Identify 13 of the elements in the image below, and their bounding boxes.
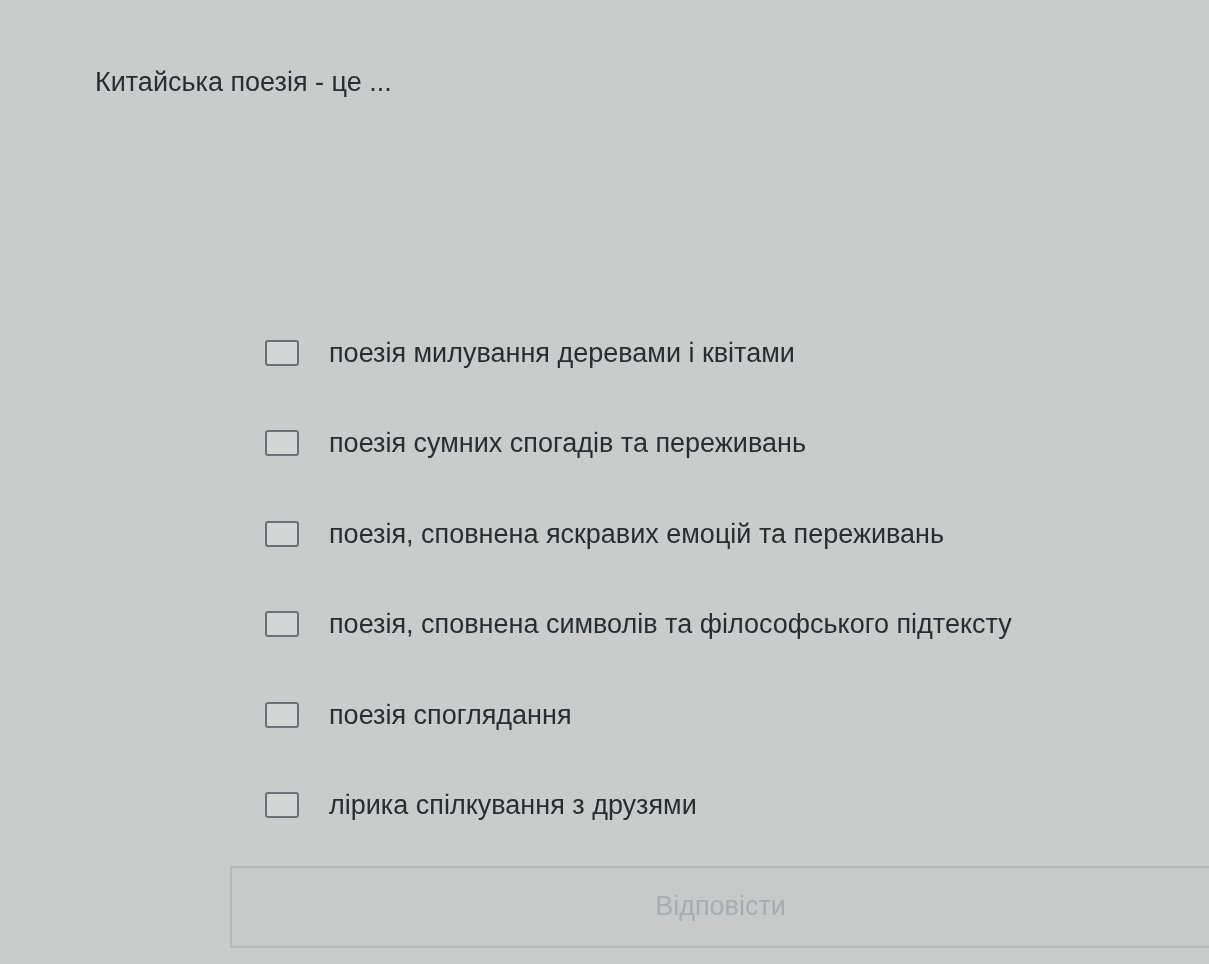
question-text: Китайська поезія - це ... [94,66,393,99]
checkbox[interactable] [265,611,299,638]
option-label[interactable]: лірика спілкування з друзями [329,785,697,826]
checkbox[interactable] [265,339,299,366]
checkbox[interactable] [265,520,299,547]
option-label[interactable]: поезія, сповнена яскравих емоцій та переживань [329,513,945,554]
checkbox[interactable] [265,701,299,728]
checkbox[interactable] [265,792,299,819]
option-label[interactable]: поезія сумних спогадів та переживань [329,423,806,464]
option-label[interactable]: поезія споглядання [329,694,572,735]
checkbox[interactable] [265,430,299,457]
option-label[interactable]: поезія, сповнена символів та філософського підтексту [329,604,1012,645]
option-label[interactable]: поезія милування деревами і квітами [329,332,795,373]
